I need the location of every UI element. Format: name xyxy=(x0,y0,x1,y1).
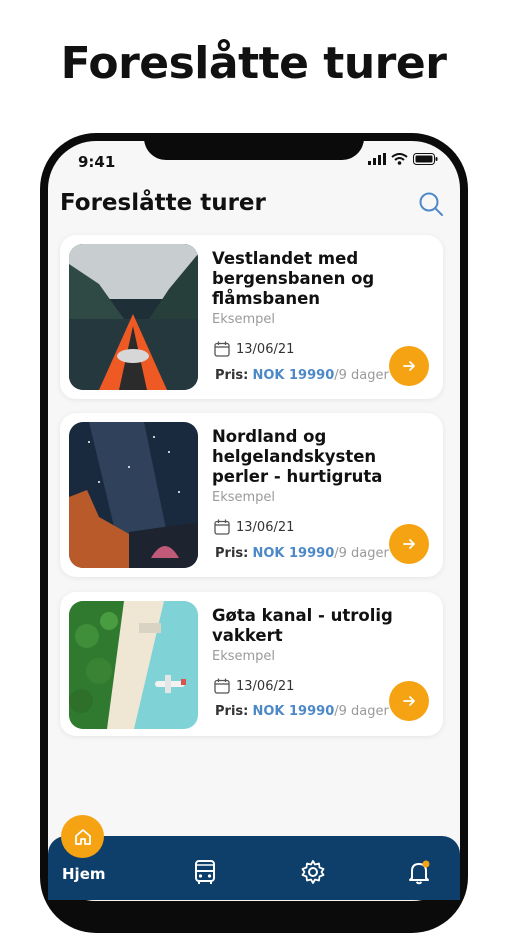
tab-home-label[interactable]: Hjem xyxy=(62,865,106,883)
open-trip-button[interactable] xyxy=(389,346,429,386)
trip-image-kayak xyxy=(69,244,198,390)
arrow-right-icon xyxy=(403,361,415,371)
trip-title: Vestlandet med bergensbanen og flåmsbane… xyxy=(212,249,375,308)
trip-subtitle: Eksempel xyxy=(212,490,276,505)
tab-home[interactable] xyxy=(61,815,104,858)
calendar-icon xyxy=(214,519,230,535)
trip-date-text: 13/06/21 xyxy=(236,678,295,694)
open-trip-button[interactable] xyxy=(389,524,429,564)
wifi-icon xyxy=(391,153,408,165)
open-trip-button[interactable] xyxy=(389,681,429,721)
battery-icon xyxy=(413,153,438,165)
trip-card[interactable]: Nordland og helgelandskysten perler - hu… xyxy=(60,413,443,577)
price-value: NOK 19990 xyxy=(252,546,335,561)
price-duration: /9 dager xyxy=(334,368,389,383)
home-icon xyxy=(74,828,91,845)
bottom-tab-bar xyxy=(48,836,460,900)
trip-date: 13/06/21 xyxy=(214,519,294,535)
price-value: NOK 19990 xyxy=(252,368,335,383)
status-icons xyxy=(368,153,438,165)
price-duration: /9 dager xyxy=(334,704,389,719)
trip-date-text: 13/06/21 xyxy=(236,519,295,535)
trip-price: Pris: NOK 19990/9 dager xyxy=(215,368,389,383)
trip-image-milky-way xyxy=(69,422,198,568)
calendar-icon xyxy=(214,341,230,357)
arrow-right-icon xyxy=(403,539,415,549)
tab-settings[interactable] xyxy=(299,858,327,886)
status-time: 9:41 xyxy=(78,153,116,171)
trip-subtitle: Eksempel xyxy=(212,312,276,327)
price-label: Pris: xyxy=(215,704,249,719)
trip-price: Pris: NOK 19990/9 dager xyxy=(215,704,389,719)
calendar-icon xyxy=(214,678,230,694)
search-icon xyxy=(419,192,443,216)
search-button[interactable] xyxy=(417,190,445,218)
arrow-right-icon xyxy=(403,696,415,706)
trip-subtitle: Eksempel xyxy=(212,649,276,664)
bell-icon xyxy=(409,860,430,885)
trip-date: 13/06/21 xyxy=(214,678,294,694)
trip-price: Pris: NOK 19990/9 dager xyxy=(215,546,389,561)
tab-transport[interactable] xyxy=(191,858,219,886)
trip-card[interactable]: Gøta kanal - utrolig vakkert Eksempel 13… xyxy=(60,592,443,736)
page-headline: Foreslåtte turer xyxy=(60,38,447,89)
signal-icon xyxy=(368,153,386,165)
bus-icon xyxy=(195,860,215,884)
trip-image-island xyxy=(69,601,198,729)
screen-title: Foreslåtte turer xyxy=(60,190,266,216)
gear-icon xyxy=(301,860,325,884)
price-label: Pris: xyxy=(215,546,249,561)
trip-card[interactable]: Vestlandet med bergensbanen og flåmsbane… xyxy=(60,235,443,399)
trip-date-text: 13/06/21 xyxy=(236,341,295,357)
price-value: NOK 19990 xyxy=(252,704,335,719)
price-label: Pris: xyxy=(215,368,249,383)
trip-date: 13/06/21 xyxy=(214,341,294,357)
price-duration: /9 dager xyxy=(334,546,389,561)
trip-title: Nordland og helgelandskysten perler - hu… xyxy=(212,427,383,486)
trip-title: Gøta kanal - utrolig vakkert xyxy=(212,606,393,645)
tab-notifications[interactable] xyxy=(405,858,433,886)
phone-notch xyxy=(144,133,364,160)
